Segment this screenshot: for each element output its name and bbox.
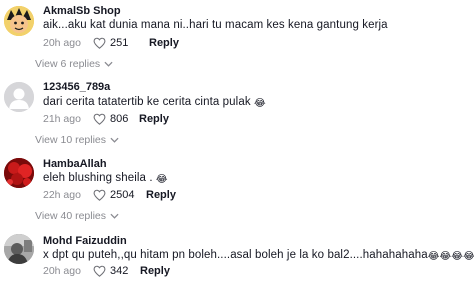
comment-username[interactable]: 123456_789a — [43, 81, 110, 93]
like-count: 342 — [110, 265, 129, 277]
comment-text-body: eleh blushing sheila . — [43, 172, 153, 184]
like-count: 2504 — [110, 189, 135, 201]
view-replies-label: View 40 replies — [35, 210, 107, 222]
view-replies-label: View 6 replies — [35, 58, 101, 70]
heart-outline-icon — [93, 37, 106, 49]
avatar-image — [4, 234, 34, 264]
avatar[interactable] — [4, 158, 34, 188]
comment-text-body: x dpt qu puteh,,qu hitam pn boleh....asa… — [43, 249, 428, 261]
emoji: 😂😂😂😂😂 — [427, 251, 474, 262]
comment-meta: 22h ago 2504 Reply — [43, 187, 176, 203]
comment-meta: 21h ago 806 Reply — [43, 111, 169, 127]
comment-text: dari cerita tatatertib ke cerita cinta p… — [43, 96, 266, 109]
view-replies-button[interactable]: View 40 replies — [35, 210, 119, 222]
like-button[interactable]: 2504 — [93, 189, 146, 201]
default-avatar-icon — [4, 82, 34, 112]
comment-username[interactable]: HambaAllah — [43, 158, 107, 170]
like-button[interactable]: 806 — [93, 113, 139, 125]
comment-time: 21h ago — [43, 113, 81, 125]
comment-text: eleh blushing sheila . 😂 — [43, 172, 168, 185]
comment-meta: 20h ago 251 Reply — [43, 35, 179, 51]
heart-outline-icon — [93, 189, 106, 201]
view-replies-button[interactable]: View 10 replies — [35, 134, 119, 146]
comment-text: aik...aku kat dunia mana ni..hari tu mac… — [43, 19, 388, 31]
chevron-down-icon — [110, 137, 119, 143]
view-replies-button[interactable]: View 6 replies — [35, 58, 113, 70]
comment-text: x dpt qu puteh,,qu hitam pn boleh....asa… — [43, 249, 474, 262]
avatar[interactable] — [4, 82, 34, 112]
heart-outline-icon — [93, 265, 106, 277]
comment-time: 20h ago — [43, 37, 81, 49]
comment-username[interactable]: Mohd Faizuddin — [43, 235, 127, 247]
like-count: 251 — [110, 37, 129, 49]
reply-button[interactable]: Reply — [140, 265, 170, 277]
reply-button[interactable]: Reply — [139, 113, 169, 125]
avatar-image — [4, 6, 34, 36]
comment-username[interactable]: AkmalSb Shop — [43, 5, 121, 17]
like-button[interactable]: 342 — [93, 265, 140, 277]
comment-time: 22h ago — [43, 189, 81, 201]
reply-button[interactable]: Reply — [149, 37, 179, 49]
like-count: 806 — [110, 113, 129, 125]
heart-outline-icon — [93, 113, 106, 125]
emoji: 😂 — [155, 174, 168, 185]
reply-button[interactable]: Reply — [146, 189, 176, 201]
chevron-down-icon — [110, 213, 119, 219]
avatar-image — [4, 158, 34, 188]
like-button[interactable]: 251 — [93, 37, 149, 49]
emoji: 😂 — [253, 98, 266, 109]
comment-meta: 20h ago 342 Reply — [43, 263, 170, 279]
chevron-down-icon — [104, 61, 113, 67]
avatar[interactable] — [4, 234, 34, 264]
comment-time: 20h ago — [43, 265, 81, 277]
avatar[interactable] — [4, 6, 34, 36]
view-replies-label: View 10 replies — [35, 134, 107, 146]
comment-text-body: dari cerita tatatertib ke cerita cinta p… — [43, 96, 251, 108]
